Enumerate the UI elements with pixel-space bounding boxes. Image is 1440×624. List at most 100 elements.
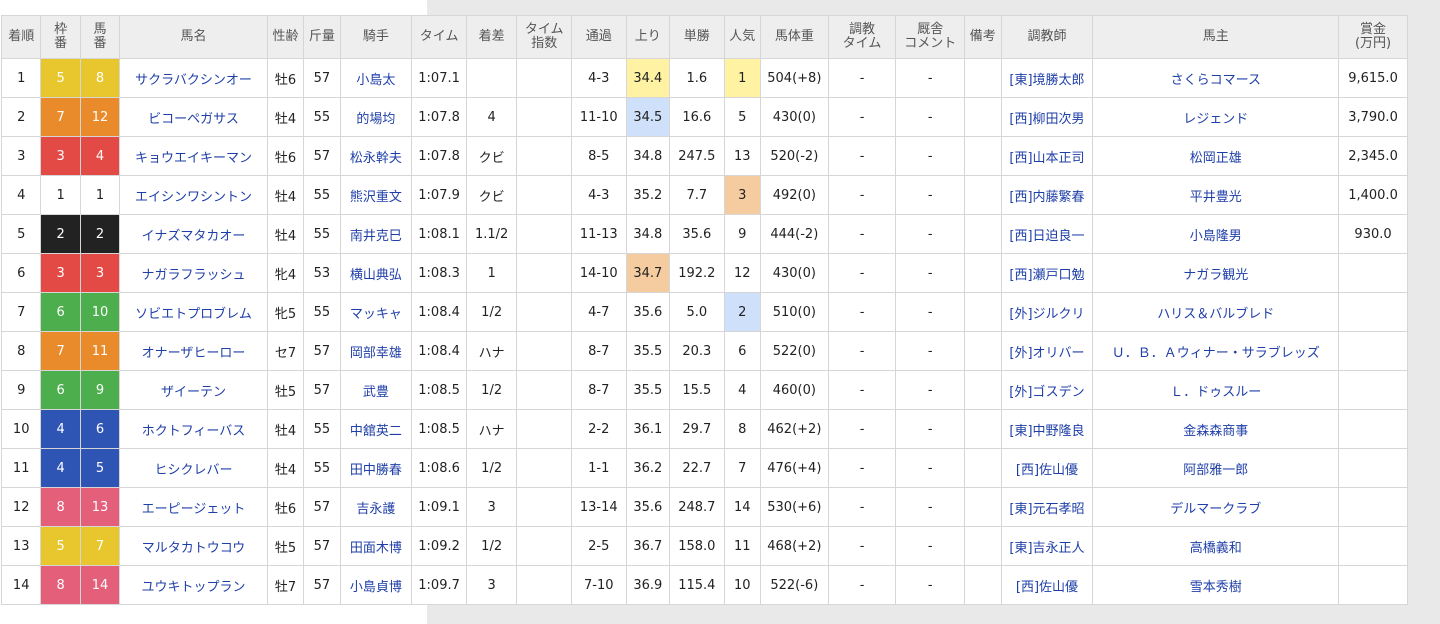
jockey-link[interactable]: 熊沢重文 [339, 175, 413, 215]
header-rank[interactable]: 着順 [0, 15, 42, 59]
header-popularity[interactable]: 人気 [723, 15, 761, 59]
training-time-cell: - [827, 175, 897, 215]
owner-link[interactable]: 雪本秀樹 [1092, 565, 1340, 605]
jockey-link[interactable]: 横山典弘 [339, 253, 413, 293]
owner-link[interactable]: 松岡正雄 [1092, 136, 1340, 176]
owner-link[interactable]: 金森森商事 [1092, 409, 1340, 449]
owner-link[interactable]: ナガラ観光 [1092, 253, 1340, 293]
header-uma[interactable]: 馬番 [79, 15, 121, 59]
trainer-link[interactable]: [西]内藤繁春 [1000, 175, 1094, 215]
header-jockey[interactable]: 騎手 [339, 15, 413, 59]
last3f-cell: 35.2 [625, 175, 671, 215]
stable-comment-cell: - [895, 487, 966, 527]
header-margin[interactable]: 着差 [465, 15, 518, 59]
owner-link[interactable]: 平井豊光 [1092, 175, 1340, 215]
header-stable-comment[interactable]: 厩舎 コメント [895, 15, 966, 59]
jockey-link[interactable]: 松永幹夫 [339, 136, 413, 176]
jockey-link[interactable]: 小島貞博 [339, 565, 413, 605]
jockey-link[interactable]: 岡部幸雄 [339, 331, 413, 371]
owner-link[interactable]: 高橋義和 [1092, 526, 1340, 566]
training-time-cell: - [827, 409, 897, 449]
owner-link[interactable]: 小島隆男 [1092, 214, 1340, 254]
header-note[interactable]: 備考 [964, 15, 1002, 59]
stable-comment-cell: - [895, 526, 966, 566]
jockey-link[interactable]: 田面木博 [339, 526, 413, 566]
horse-name-link[interactable]: ユウキトップラン [119, 565, 268, 605]
uma-cell: 14 [79, 565, 121, 605]
trainer-link[interactable]: [外]オリバー [1000, 331, 1094, 371]
trainer-link[interactable]: [東]吉永正人 [1000, 526, 1094, 566]
jockey-link[interactable]: 吉永護 [339, 487, 413, 527]
header-last3f[interactable]: 上り [625, 15, 671, 59]
trainer-link[interactable]: [西]佐山優 [1000, 565, 1094, 605]
stable-comment-cell: - [895, 331, 966, 371]
trainer-link[interactable]: [西]山本正司 [1000, 136, 1094, 176]
owner-link[interactable]: 阿部雅一郎 [1092, 448, 1340, 488]
prize-cell [1338, 253, 1408, 293]
uma-cell: 4 [79, 136, 121, 176]
last3f-cell: 34.4 [625, 58, 671, 98]
header-horse-name[interactable]: 馬名 [119, 15, 268, 59]
horse-name-link[interactable]: キョウエイキーマン [119, 136, 268, 176]
waku-cell: 8 [40, 565, 81, 605]
horse-name-link[interactable]: ザイーテン [119, 370, 268, 410]
table-row: 3 3 4 キョウエイキーマン 牡6 57 松永幹夫 1:07.8 クビ 8-5 34.8 247.5… [0, 136, 1408, 176]
horse-name-link[interactable]: サクラバクシンオー [119, 58, 268, 98]
odds-cell: 35.6 [669, 214, 725, 254]
time-index-cell [516, 136, 572, 176]
horse-name-link[interactable]: イナズマタカオー [119, 214, 268, 254]
horse-name-link[interactable]: ホクトフィーバス [119, 409, 268, 449]
trainer-link[interactable]: [東]境勝太郎 [1000, 58, 1094, 98]
jockey-link[interactable]: 的場均 [339, 97, 413, 137]
header-passing[interactable]: 通過 [570, 15, 627, 59]
weight-cell: 57 [303, 565, 341, 605]
horse-name-link[interactable]: エーピージェット [119, 487, 268, 527]
owner-link[interactable]: Ｌ．ドゥスルー [1092, 370, 1340, 410]
margin-cell: 1/2 [465, 370, 518, 410]
owner-link[interactable]: ハリス＆バルブレド [1092, 292, 1340, 332]
jockey-link[interactable]: マッキャ [339, 292, 413, 332]
header-waku[interactable]: 枠番 [40, 15, 81, 59]
training-time-cell: - [827, 214, 897, 254]
owner-link[interactable]: Ｕ．Ｂ．Ａウィナー・サラブレッズ [1092, 331, 1340, 371]
header-comment-line1: 厩舎 [917, 22, 944, 37]
horse-name-link[interactable]: エイシンワシントン [119, 175, 268, 215]
trainer-link[interactable]: [西]柳田次男 [1000, 97, 1094, 137]
header-body-weight[interactable]: 馬体重 [759, 15, 829, 59]
header-time-index[interactable]: タイム 指数 [516, 15, 572, 59]
uma-cell: 12 [79, 97, 121, 137]
waku-cell: 5 [40, 58, 81, 98]
horse-name-link[interactable]: オナーザヒーロー [119, 331, 268, 371]
owner-link[interactable]: レジェンド [1092, 97, 1340, 137]
last3f-cell: 34.5 [625, 97, 671, 137]
trainer-link[interactable]: [西]瀬戸口勉 [1000, 253, 1094, 293]
header-odds[interactable]: 単勝 [669, 15, 725, 59]
header-sex-age[interactable]: 性齢 [266, 15, 305, 59]
owner-link[interactable]: さくらコマース [1092, 58, 1340, 98]
header-uma-line2: 番 [93, 36, 107, 51]
trainer-link[interactable]: [外]ジルクリ [1000, 292, 1094, 332]
jockey-link[interactable]: 中舘英二 [339, 409, 413, 449]
horse-name-link[interactable]: ヒシクレバー [119, 448, 268, 488]
jockey-link[interactable]: 武豊 [339, 370, 413, 410]
jockey-link[interactable]: 田中勝春 [339, 448, 413, 488]
trainer-link[interactable]: [東]中野隆良 [1000, 409, 1094, 449]
trainer-link[interactable]: [西]佐山優 [1000, 448, 1094, 488]
trainer-link[interactable]: [西]日迫良一 [1000, 214, 1094, 254]
header-trainer[interactable]: 調教師 [1000, 15, 1094, 59]
trainer-link[interactable]: [東]元石孝昭 [1000, 487, 1094, 527]
horse-name-link[interactable]: マルタカトウコウ [119, 526, 268, 566]
trainer-link[interactable]: [外]ゴスデン [1000, 370, 1094, 410]
header-owner[interactable]: 馬主 [1092, 15, 1340, 59]
header-prize[interactable]: 賞金 (万円) [1338, 15, 1408, 59]
jockey-link[interactable]: 小島太 [339, 58, 413, 98]
horse-name-link[interactable]: ソビエトプロブレム [119, 292, 268, 332]
jockey-link[interactable]: 南井克巳 [339, 214, 413, 254]
waku-cell: 6 [40, 292, 81, 332]
horse-name-link[interactable]: ナガラフラッシュ [119, 253, 268, 293]
horse-name-link[interactable]: ビコーペガサス [119, 97, 268, 137]
header-training-time[interactable]: 調教 タイム [827, 15, 897, 59]
header-time[interactable]: タイム [411, 15, 467, 59]
owner-link[interactable]: デルマークラブ [1092, 487, 1340, 527]
header-weight[interactable]: 斤量 [303, 15, 341, 59]
